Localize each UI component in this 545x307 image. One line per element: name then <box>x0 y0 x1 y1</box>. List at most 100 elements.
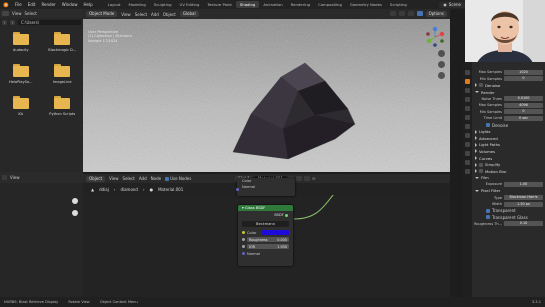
roughness-socket-icon[interactable] <box>242 238 245 241</box>
panel-section-header[interactable]: Curves <box>472 155 545 162</box>
pin-icon[interactable]: ☉ <box>312 176 316 181</box>
tab-scripting[interactable]: Scripting <box>386 1 411 8</box>
property-value-field[interactable]: 1.00 <box>504 181 543 187</box>
panel-section-header[interactable]: Motion Blur <box>472 168 545 175</box>
property-row[interactable]: Max Samples 4096 <box>472 102 545 109</box>
glass-bsdf-node[interactable]: ▾ Glass BSDF BSDF Beckmann Color Roughne… <box>238 205 293 266</box>
node-view-menu[interactable]: View <box>109 176 119 181</box>
property-value-field[interactable]: 0 sec <box>504 115 543 121</box>
panel-section-header[interactable]: Volumes <box>472 148 545 155</box>
panel-section-header[interactable]: Render <box>472 89 545 96</box>
3d-viewport[interactable] <box>83 19 450 172</box>
tab-modeling[interactable]: Modeling <box>125 1 150 8</box>
timeline-view-menu[interactable]: View <box>10 175 20 180</box>
property-value-field[interactable]: 0.10 <box>504 221 543 227</box>
panel-section-header[interactable]: Film <box>472 175 545 182</box>
hand-pan-icon[interactable] <box>438 61 445 68</box>
tab-uv-editing[interactable]: UV Editing <box>176 1 204 8</box>
close-icon[interactable] <box>304 176 310 181</box>
property-value-field[interactable]: 4096 <box>504 102 543 108</box>
folder-item[interactable]: Audacity <box>0 32 42 64</box>
object-mode-dropdown[interactable]: Object Mode <box>86 11 118 17</box>
property-row[interactable]: Roughness Th... 0.10 <box>472 221 545 228</box>
folder-item[interactable]: ImageLine <box>42 64 84 96</box>
rendered-shading-icon[interactable] <box>416 11 423 16</box>
material-shading-icon[interactable] <box>407 11 414 16</box>
object-type-dropdown[interactable]: Object <box>86 175 106 182</box>
property-value-field[interactable]: 0 <box>504 76 543 82</box>
panel-section-header[interactable]: Lights <box>472 128 545 135</box>
menu-edit[interactable]: Edit <box>25 2 39 7</box>
file-browser-select-menu[interactable]: Select <box>25 11 37 16</box>
checkbox-icon[interactable] <box>479 162 483 167</box>
property-row[interactable]: Max Samples 1024 <box>472 69 545 76</box>
ior-socket-icon[interactable] <box>242 245 245 248</box>
scene-tab-icon[interactable] <box>465 106 470 111</box>
property-value-field[interactable]: Blackman-Harris <box>504 195 543 201</box>
property-row[interactable]: Time Limit 0 sec <box>472 115 545 122</box>
checkbox-icon[interactable] <box>479 83 483 88</box>
panel-section-header[interactable]: Advanced <box>472 135 545 142</box>
breadcrumb-object[interactable]: ddiaj <box>99 187 109 192</box>
panel-section-header[interactable]: Light Paths <box>472 142 545 149</box>
material-tab-icon[interactable] <box>465 169 470 174</box>
normal-socket-icon[interactable] <box>235 188 239 191</box>
editor-type-icon[interactable] <box>2 175 7 180</box>
property-value-field[interactable]: 1024 <box>504 69 543 75</box>
tab-rendering[interactable]: Rendering <box>287 1 314 8</box>
viewport-object-menu[interactable]: Object <box>163 12 176 17</box>
property-value-field[interactable]: 1.50 px <box>504 201 543 207</box>
folder-item[interactable]: HeloPlaySa... <box>0 64 42 96</box>
node-select-menu[interactable]: Select <box>123 176 135 181</box>
navigation-gizmo-icon[interactable] <box>424 26 446 48</box>
ior-field[interactable]: IOR 1.930 <box>247 244 289 249</box>
file-browser-view-menu[interactable]: View <box>12 11 22 16</box>
menu-help[interactable]: Help <box>80 2 95 7</box>
tab-shading[interactable]: Shading <box>235 1 260 8</box>
bsdf-output-socket-icon[interactable] <box>285 213 288 217</box>
tab-compositing[interactable]: Compositing <box>314 1 346 8</box>
checkbox-icon[interactable] <box>479 169 483 174</box>
checkbox-icon[interactable] <box>486 208 490 213</box>
tab-texture-paint[interactable]: Texture Paint <box>203 1 236 8</box>
folder-item[interactable]: Blackmagic D... <box>42 32 84 64</box>
viewport-add-menu[interactable]: Add <box>151 12 159 17</box>
node-add-menu[interactable]: Add <box>139 176 147 181</box>
property-row[interactable]: Noise Thres 0.0100 <box>472 95 545 102</box>
wireframe-shading-icon[interactable] <box>389 11 396 16</box>
upstream-node[interactable]: Color Normal <box>235 178 295 196</box>
property-row[interactable]: Width 1.50 px <box>472 201 545 208</box>
constraint-tab-icon[interactable] <box>465 151 470 156</box>
panel-section-header[interactable]: Simplify <box>472 161 545 168</box>
property-checkbox-row[interactable]: Transparent <box>472 207 545 214</box>
transform-orientation-dropdown[interactable]: Global <box>179 11 199 17</box>
property-checkbox-row[interactable]: Transparent Glass <box>472 214 545 221</box>
distribution-dropdown[interactable]: Beckmann <box>242 221 289 227</box>
use-nodes-toggle[interactable]: Use Nodes <box>165 176 191 181</box>
hand-tool-icon[interactable] <box>71 197 79 225</box>
roughness-field[interactable]: Roughness 0.000 <box>247 237 289 242</box>
property-checkbox-row[interactable]: Denoise <box>472 122 545 129</box>
output-tab-icon[interactable] <box>465 88 470 93</box>
scene-selector[interactable]: ◉ Scene <box>439 1 465 8</box>
duplicate-icon[interactable] <box>296 176 302 181</box>
property-value-field[interactable]: 0 <box>504 109 543 115</box>
menu-render[interactable]: Render <box>38 2 58 7</box>
tab-animation[interactable]: Animation <box>259 1 286 8</box>
menu-window[interactable]: Window <box>59 2 81 7</box>
panel-section-header[interactable]: Denoise <box>472 82 545 89</box>
property-row[interactable]: Min Samples 0 <box>472 109 545 116</box>
menu-file[interactable]: File <box>12 2 25 7</box>
folder-item[interactable]: KA <box>0 96 42 128</box>
color-swatch[interactable] <box>262 230 289 235</box>
zoom-icon[interactable] <box>438 50 445 57</box>
property-row[interactable]: Exposure 1.00 <box>472 181 545 188</box>
editor-type-icon[interactable] <box>2 11 9 16</box>
color-socket-icon[interactable] <box>242 231 245 234</box>
forward-arrow-icon[interactable]: › <box>10 19 15 25</box>
property-row[interactable]: Type Blackman-Harris <box>472 194 545 201</box>
viewport-select-menu[interactable]: Select <box>135 12 147 17</box>
folder-item[interactable]: Python Scripts <box>42 96 84 128</box>
breadcrumb-material[interactable]: Material.001 <box>158 187 183 192</box>
modifier-tab-icon[interactable] <box>465 133 470 138</box>
